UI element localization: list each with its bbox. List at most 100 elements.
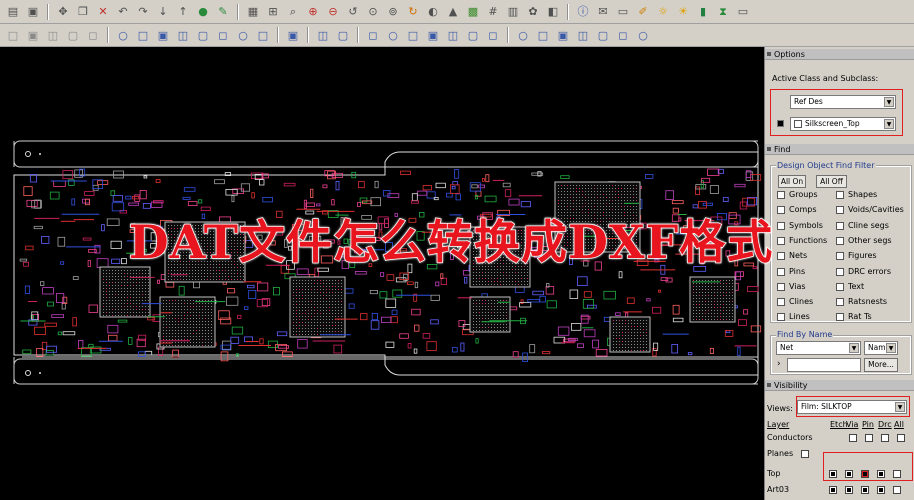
- filter-checkbox[interactable]: [777, 282, 785, 291]
- filter-checkbox[interactable]: [836, 298, 844, 307]
- tool-icon[interactable]: □: [4, 26, 22, 44]
- palette-icon[interactable]: ✿: [524, 3, 542, 21]
- visibility-checkbox[interactable]: [893, 486, 901, 494]
- all-on-button[interactable]: All On: [778, 175, 806, 188]
- filter-checkbox[interactable]: [836, 282, 844, 291]
- tool-icon[interactable]: ○: [384, 26, 402, 44]
- visibility-checkbox[interactable]: [893, 470, 901, 478]
- save-icon[interactable]: ▣: [24, 3, 42, 21]
- copy-icon[interactable]: ❐: [74, 3, 92, 21]
- tool-icon[interactable]: ◫: [174, 26, 192, 44]
- add-icon[interactable]: ●: [194, 3, 212, 21]
- bars-icon[interactable]: ▮: [694, 3, 712, 21]
- tool-icon[interactable]: ▢: [464, 26, 482, 44]
- refresh-icon[interactable]: ↻: [404, 3, 422, 21]
- all-off-button[interactable]: All Off: [816, 175, 847, 188]
- color-icon[interactable]: ▥: [504, 3, 522, 21]
- visibility-checkbox[interactable]: [877, 470, 885, 478]
- filter-checkbox[interactable]: [836, 191, 844, 199]
- zoom-world-icon[interactable]: ⊙: [364, 3, 382, 21]
- pin-icon[interactable]: ✎: [214, 3, 232, 21]
- tool-icon[interactable]: ○: [634, 26, 652, 44]
- arrow-down-icon[interactable]: ↓: [154, 3, 172, 21]
- visibility-header[interactable]: Visibility: [765, 380, 914, 391]
- grid-icon[interactable]: ▦: [244, 3, 262, 21]
- open-icon[interactable]: ▤: [4, 3, 22, 21]
- find-mode-dropdown[interactable]: Name ▼: [864, 341, 898, 355]
- visibility-checkbox[interactable]: [845, 470, 853, 478]
- prop-icon[interactable]: ✉: [594, 3, 612, 21]
- info-icon[interactable]: ⓘ: [574, 3, 592, 21]
- tool-icon[interactable]: ▣: [284, 26, 302, 44]
- find-header[interactable]: Find: [765, 144, 914, 155]
- zoom-prev-icon[interactable]: ↺: [344, 3, 362, 21]
- visibility-checkbox[interactable]: [849, 434, 857, 442]
- find-name-input[interactable]: [787, 358, 861, 372]
- edit-icon[interactable]: ✐: [634, 3, 652, 21]
- tool-icon[interactable]: ◫: [314, 26, 332, 44]
- more-button[interactable]: More...: [864, 358, 898, 372]
- visibility-checkbox[interactable]: [801, 450, 809, 458]
- tool-icon[interactable]: ▣: [154, 26, 172, 44]
- design-canvas[interactable]: [0, 47, 764, 500]
- visibility-checkbox[interactable]: [829, 470, 837, 478]
- visibility-checkbox[interactable]: [861, 470, 869, 478]
- light-icon[interactable]: ☼: [654, 3, 672, 21]
- tool-icon[interactable]: ◻: [364, 26, 382, 44]
- tool-icon[interactable]: ◻: [484, 26, 502, 44]
- filter-checkbox[interactable]: [836, 313, 844, 322]
- tool-icon[interactable]: ◫: [44, 26, 62, 44]
- visibility-checkbox[interactable]: [829, 486, 837, 494]
- tool-icon[interactable]: □: [534, 26, 552, 44]
- measure-icon[interactable]: ▭: [614, 3, 632, 21]
- filter-checkbox[interactable]: [777, 191, 785, 199]
- filter-checkbox[interactable]: [777, 313, 785, 322]
- tool-icon[interactable]: ◻: [84, 26, 102, 44]
- 3d-icon[interactable]: ▲: [444, 3, 462, 21]
- class-dropdown[interactable]: Ref Des ▼: [790, 95, 896, 109]
- tool-icon[interactable]: ▢: [334, 26, 352, 44]
- layer-icon[interactable]: #: [484, 3, 502, 21]
- delete-icon[interactable]: ✕: [94, 3, 112, 21]
- visibility-checkbox[interactable]: [865, 434, 873, 442]
- film-icon[interactable]: ▩: [464, 3, 482, 21]
- tool-icon[interactable]: ▣: [24, 26, 42, 44]
- tool-icon[interactable]: □: [404, 26, 422, 44]
- views-dropdown[interactable]: Film: SILKTOP ▼: [797, 400, 907, 414]
- tool-icon[interactable]: ◫: [574, 26, 592, 44]
- zoom-out-icon[interactable]: ⊖: [324, 3, 342, 21]
- visibility-checkbox[interactable]: [845, 486, 853, 494]
- tool-icon[interactable]: ▣: [554, 26, 572, 44]
- grid-dots-icon[interactable]: ⊞: [264, 3, 282, 21]
- tool-icon[interactable]: ◻: [214, 26, 232, 44]
- tool-icon[interactable]: ▣: [424, 26, 442, 44]
- tool-icon[interactable]: ◻: [614, 26, 632, 44]
- filter-checkbox[interactable]: [777, 298, 785, 307]
- options-header[interactable]: Options: [765, 49, 914, 60]
- tool-icon[interactable]: ○: [514, 26, 532, 44]
- tool-icon[interactable]: ○: [114, 26, 132, 44]
- shadow-icon[interactable]: ◧: [544, 3, 562, 21]
- arrow-up-icon[interactable]: ↑: [174, 3, 192, 21]
- move-icon[interactable]: ✥: [54, 3, 72, 21]
- subclass-color-swatch[interactable]: [777, 120, 784, 127]
- visibility-checkbox[interactable]: [881, 434, 889, 442]
- dock-icon[interactable]: ▭: [734, 3, 752, 21]
- timer-icon[interactable]: ⧗: [714, 3, 732, 21]
- zoom-in-icon[interactable]: ⊕: [304, 3, 322, 21]
- zoom-fit-icon[interactable]: ⌕: [284, 3, 302, 21]
- redo-icon[interactable]: ↷: [134, 3, 152, 21]
- tool-icon[interactable]: ▢: [64, 26, 82, 44]
- find-type-dropdown[interactable]: Net ▼: [776, 341, 861, 355]
- sun-icon[interactable]: ☀: [674, 3, 692, 21]
- tool-icon[interactable]: ▢: [594, 26, 612, 44]
- tool-icon[interactable]: ◫: [444, 26, 462, 44]
- undo-icon[interactable]: ↶: [114, 3, 132, 21]
- visibility-checkbox[interactable]: [877, 486, 885, 494]
- tool-icon[interactable]: □: [134, 26, 152, 44]
- tool-icon[interactable]: ○: [234, 26, 252, 44]
- subclass-dropdown[interactable]: Silkscreen_Top ▼: [790, 117, 896, 131]
- zoom-center-icon[interactable]: ⊚: [384, 3, 402, 21]
- tool-icon[interactable]: □: [254, 26, 272, 44]
- visibility-checkbox[interactable]: [897, 434, 905, 442]
